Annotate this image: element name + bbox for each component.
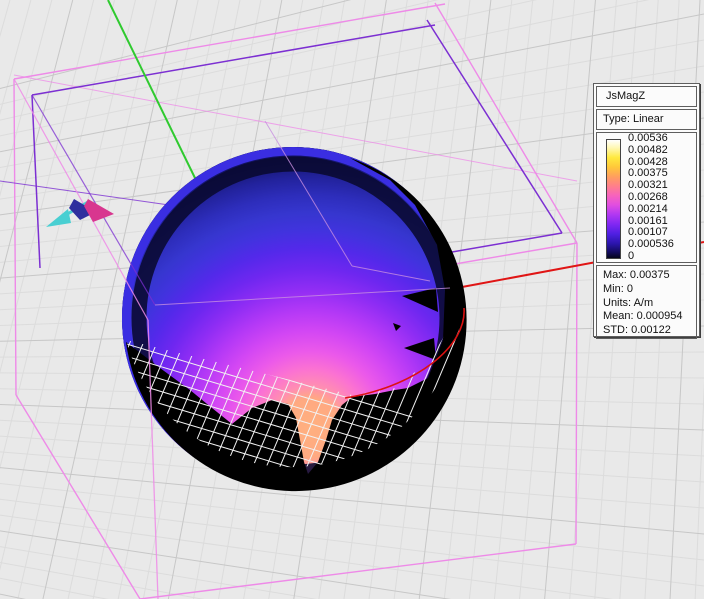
legend-scale-value: 0.00268 xyxy=(628,192,696,204)
legend-scale-value: 0 xyxy=(628,251,696,263)
legend-color-scale: 0.005360.004820.004280.003750.003210.002… xyxy=(596,132,697,263)
legend-type-label: Type: Linear xyxy=(596,109,697,130)
legend-scale-values: 0.005360.004820.004280.003750.003210.002… xyxy=(628,133,696,263)
legend-scale-value: 0.00482 xyxy=(628,145,696,157)
app-viewport: JsMagZ Type: Linear 0.005360.004820.0042… xyxy=(0,0,704,599)
legend-stat-row: Mean: 0.000954 xyxy=(603,310,696,324)
legend-stat-row: Max: 0.00375 xyxy=(603,269,696,283)
legend-stat-row: STD: 0.00122 xyxy=(603,324,696,338)
legend-colorbar xyxy=(606,139,621,259)
legend-scale-value: 0.000536 xyxy=(628,239,696,251)
legend-title: JsMagZ xyxy=(596,86,697,107)
legend-stat-row: Min: 0 xyxy=(603,283,696,297)
legend-stats: Max: 0.00375Min: 0Units: A/mMean: 0.0009… xyxy=(596,265,697,339)
legend-stat-row: Units: A/m xyxy=(603,297,696,311)
legend-scale-value: 0.00214 xyxy=(628,204,696,216)
legend-panel[interactable]: JsMagZ Type: Linear 0.005360.004820.0042… xyxy=(593,83,700,337)
